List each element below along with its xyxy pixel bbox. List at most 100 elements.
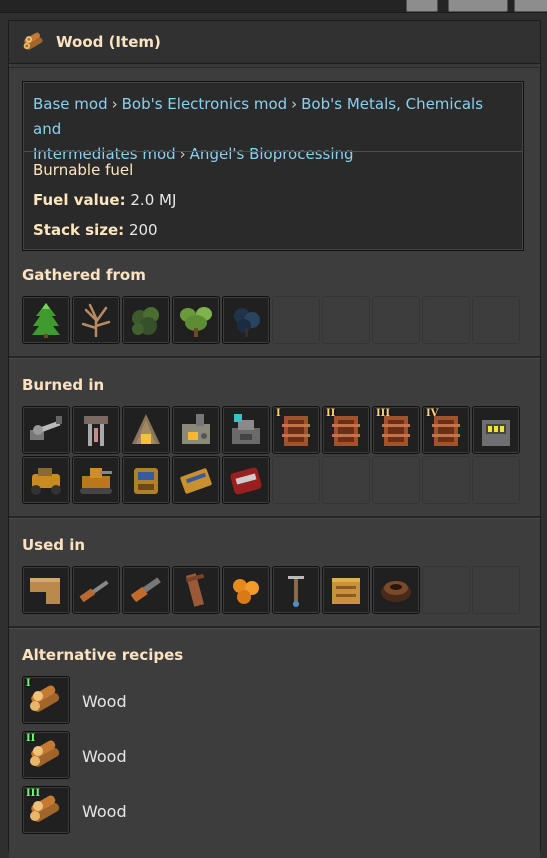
used-slot-wooden-chest[interactable] (322, 566, 370, 614)
wooden-pole-icon (185, 573, 205, 607)
info-box: Base mod › Bob's Electronics mod › Bob's Met… (22, 81, 524, 251)
burner-inserter-icon (30, 416, 62, 440)
used-slot-wood-pellets[interactable] (222, 566, 270, 614)
section-divider (9, 626, 540, 629)
burned-slot-chemical-furnace[interactable] (472, 406, 520, 454)
burned-slot-tank[interactable] (72, 456, 120, 504)
tank-icon (80, 468, 112, 494)
used-slot-empty (472, 566, 520, 614)
wooden-chest-icon (332, 578, 360, 604)
pine-tree-icon (32, 303, 60, 338)
fuel-value: 2.0 MJ (130, 191, 177, 209)
gathered-slot-empty (322, 296, 370, 344)
gathered-slot-pine-tree[interactable] (22, 296, 70, 344)
burned-slot-burner-generator-3[interactable]: III (372, 406, 420, 454)
top-button-2[interactable] (448, 0, 508, 12)
fuel-value-row: Fuel value: 2.0 MJ (33, 191, 176, 209)
burned-slot-empty (322, 456, 370, 504)
gathered-slot-empty (472, 296, 520, 344)
used-slot-empty (422, 566, 470, 614)
burner-generator-icon (332, 416, 360, 446)
small-electric-pole-icon (288, 576, 304, 607)
stack-size-label: Stack size: (33, 221, 125, 239)
section-divider (9, 516, 540, 519)
alt-recipe-wood-1-label[interactable]: Wood (82, 692, 127, 711)
fuel-value-label: Fuel value: (33, 191, 126, 209)
alternative-recipes-heading: Alternative recipes (22, 646, 184, 664)
burned-slot-burner-generator-1[interactable]: I (272, 406, 320, 454)
content-panel: Base mod › Bob's Electronics mod › Bob's Met… (9, 67, 540, 858)
burned-slot-empty (372, 456, 420, 504)
item-window: Wood (Item) Base mod › Bob's Electronics m… (8, 20, 541, 858)
top-strip (0, 0, 547, 13)
burned-slot-burner-generator-4[interactable]: IV (422, 406, 470, 454)
used-in-heading: Used in (22, 536, 86, 554)
car-icon (31, 468, 61, 495)
alt-recipe-wood-2-slot[interactable]: II (22, 731, 70, 779)
wood-icon (23, 32, 43, 50)
mod-link-base[interactable]: Base mod (33, 95, 108, 113)
top-button-1[interactable] (406, 0, 438, 12)
top-button-3[interactable] (514, 0, 547, 12)
burned-slot-burner-lab[interactable] (222, 406, 270, 454)
bush-icon (132, 307, 159, 335)
burned-slot-burner-mining-drill[interactable] (72, 406, 120, 454)
locomotive-icon (134, 468, 158, 494)
info-divider (24, 151, 522, 152)
burned-slot-car[interactable] (22, 456, 70, 504)
burned-slot-empty (472, 456, 520, 504)
section-divider (9, 356, 540, 359)
used-slot-combat-shotgun[interactable] (122, 566, 170, 614)
burned-slot-armored-train[interactable] (222, 456, 270, 504)
used-slot-wood-plank[interactable] (22, 566, 70, 614)
burner-mining-drill-icon (84, 416, 108, 446)
gathered-slot-empty (422, 296, 470, 344)
burned-slot-empty (422, 456, 470, 504)
burned-in-heading: Burned in (22, 376, 105, 394)
used-slot-charcoal[interactable] (372, 566, 420, 614)
wood-plank-icon (30, 578, 60, 604)
burned-slot-boiler[interactable] (172, 406, 220, 454)
charcoal-icon (381, 581, 411, 602)
gathered-from-heading: Gathered from (22, 266, 146, 284)
burned-slot-empty (272, 456, 320, 504)
gathered-slot-broadleaf-tree[interactable] (172, 296, 220, 344)
gathered-slot-dead-tree[interactable] (72, 296, 120, 344)
alt-recipe-wood-3-label[interactable]: Wood (82, 802, 127, 821)
burned-slot-locomotive[interactable] (122, 456, 170, 504)
broadleaf-tree-icon (180, 307, 212, 337)
gathered-slot-bush[interactable] (122, 296, 170, 344)
mod-breadcrumb: Base mod › Bob's Electronics mod › Bob's Met… (33, 95, 484, 163)
burned-slot-burner-generator-2[interactable]: II (322, 406, 370, 454)
used-slot-wooden-pole[interactable] (172, 566, 220, 614)
chemical-furnace-icon (482, 420, 510, 446)
wood-pellets-icon (233, 579, 259, 604)
stone-furnace-icon (132, 414, 160, 444)
stack-size-value: 200 (128, 221, 158, 239)
dead-tree-icon (81, 303, 111, 338)
boiler-icon (182, 414, 210, 444)
wood-icon (30, 685, 60, 712)
mod-link-bobs-electronics[interactable]: Bob's Electronics mod (122, 95, 288, 113)
burned-slot-wagon[interactable] (172, 456, 220, 504)
alt-recipe-wood-1-slot[interactable]: I (22, 676, 70, 724)
burned-slot-stone-furnace[interactable] (122, 406, 170, 454)
wagon-icon (180, 468, 212, 494)
dark-tree-icon (234, 308, 260, 337)
armored-train-icon (230, 467, 262, 495)
wood-icon (30, 740, 60, 767)
mod-link-angels-bio[interactable]: Angel's Bioprocessing (190, 145, 354, 163)
gathered-slot-empty (272, 296, 320, 344)
alt-recipe-wood-3-slot[interactable]: III (22, 786, 70, 834)
gathered-slot-dark-tree[interactable] (222, 296, 270, 344)
used-slot-small-electric-pole[interactable] (272, 566, 320, 614)
stack-size-row: Stack size: 200 (33, 221, 158, 239)
title-bar[interactable]: Wood (Item) (9, 21, 540, 64)
burner-generator-icon (382, 416, 410, 446)
shotgun-icon (79, 580, 109, 603)
burned-slot-burner-inserter[interactable] (22, 406, 70, 454)
gathered-slot-empty (372, 296, 420, 344)
alt-recipe-wood-2-label[interactable]: Wood (82, 747, 127, 766)
window-title: Wood (Item) (56, 33, 161, 51)
used-slot-shotgun[interactable] (72, 566, 120, 614)
